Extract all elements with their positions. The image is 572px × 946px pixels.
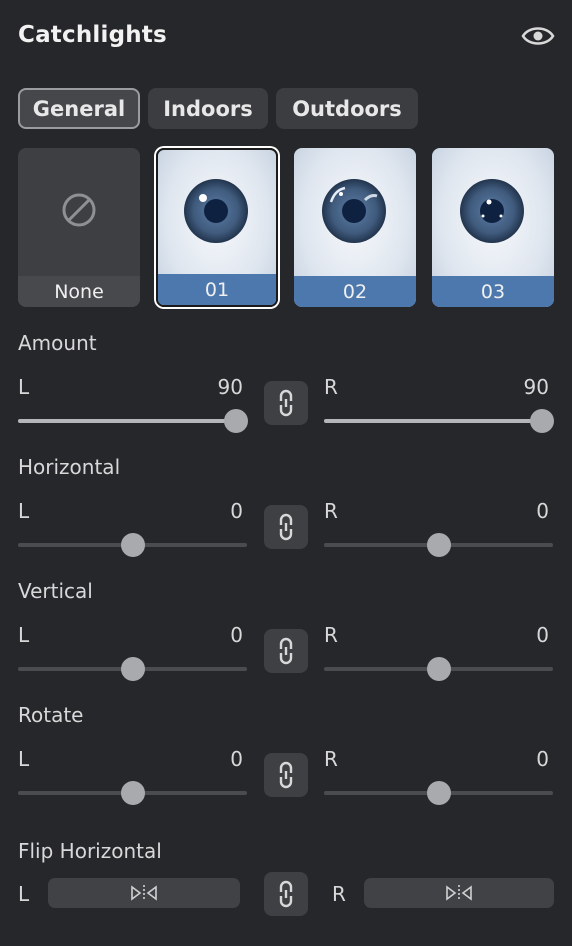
flip-left-label: L <box>18 882 30 906</box>
catchlight-eye-icon <box>322 179 386 243</box>
rotate-right-label: R <box>324 747 338 771</box>
link-icon <box>279 761 293 789</box>
slider-thumb[interactable] <box>427 533 451 557</box>
link-icon <box>279 389 293 417</box>
eye-icon[interactable] <box>521 22 555 50</box>
preset-label: 03 <box>432 276 554 307</box>
flip-horizontal-label: Flip Horizontal <box>18 839 162 863</box>
link-icon <box>279 880 293 908</box>
tab-outdoors[interactable]: Outdoors <box>276 88 418 129</box>
slider-thumb[interactable] <box>121 657 145 681</box>
no-catchlight-icon <box>62 193 96 227</box>
panel-title: Catchlights <box>18 22 167 48</box>
flip-horizontal-icon <box>446 885 472 901</box>
link-button-horizontal[interactable] <box>264 505 308 549</box>
slider-thumb[interactable] <box>530 409 554 433</box>
vertical-right-value: 0 <box>536 623 549 647</box>
slider-fill <box>18 419 236 423</box>
horizontal-right-value: 0 <box>536 499 549 523</box>
link-button-flip[interactable] <box>264 872 308 916</box>
horizontal-left-label: L <box>18 499 30 523</box>
horizontal-left-slider[interactable] <box>18 533 247 557</box>
flip-horizontal-icon <box>131 885 157 901</box>
link-icon <box>279 637 293 665</box>
vertical-left-label: L <box>18 623 30 647</box>
slider-thumb[interactable] <box>427 657 451 681</box>
amount-right-value: 90 <box>523 375 549 399</box>
preset-label: None <box>18 276 140 307</box>
amount-right-label: R <box>324 375 338 399</box>
rotate-right-value: 0 <box>536 747 549 771</box>
horizontal-right-slider[interactable] <box>324 533 553 557</box>
rotate-right-slider[interactable] <box>324 781 553 805</box>
link-button-vertical[interactable] <box>264 629 308 673</box>
link-button-rotate[interactable] <box>264 753 308 797</box>
link-button-amount[interactable] <box>264 381 308 425</box>
vertical-left-slider[interactable] <box>18 657 247 681</box>
catchlight-eye-icon <box>184 179 248 243</box>
horizontal-right-label: R <box>324 499 338 523</box>
vertical-right-slider[interactable] <box>324 657 553 681</box>
preset-none[interactable]: None <box>18 148 140 307</box>
tab-indoors[interactable]: Indoors <box>148 88 268 129</box>
flip-right-label: R <box>332 882 346 906</box>
slider-thumb[interactable] <box>224 409 248 433</box>
slider-thumb[interactable] <box>121 533 145 557</box>
flip-left-button[interactable] <box>48 878 240 908</box>
slider-thumb[interactable] <box>427 781 451 805</box>
vertical-left-value: 0 <box>230 623 243 647</box>
slider-thumb[interactable] <box>121 781 145 805</box>
amount-left-label: L <box>18 375 30 399</box>
horizontal-left-value: 0 <box>230 499 243 523</box>
preset-02[interactable]: 02 <box>294 148 416 307</box>
amount-right-slider[interactable] <box>324 409 554 433</box>
link-icon <box>279 513 293 541</box>
horizontal-label: Horizontal <box>18 455 121 479</box>
rotate-left-slider[interactable] <box>18 781 247 805</box>
preset-03[interactable]: 03 <box>432 148 554 307</box>
flip-right-button[interactable] <box>364 878 554 908</box>
vertical-label: Vertical <box>18 579 93 603</box>
preset-label: 01 <box>158 274 276 305</box>
amount-label: Amount <box>18 331 97 355</box>
preset-label: 02 <box>294 276 416 307</box>
rotate-label: Rotate <box>18 703 84 727</box>
amount-left-value: 90 <box>217 375 243 399</box>
amount-left-slider[interactable] <box>18 409 248 433</box>
rotate-left-value: 0 <box>230 747 243 771</box>
slider-fill <box>324 419 542 423</box>
vertical-right-label: R <box>324 623 338 647</box>
rotate-left-label: L <box>18 747 30 771</box>
preset-01[interactable]: 01 <box>156 148 278 307</box>
tab-general[interactable]: General <box>18 88 140 129</box>
catchlight-eye-icon <box>460 179 524 243</box>
